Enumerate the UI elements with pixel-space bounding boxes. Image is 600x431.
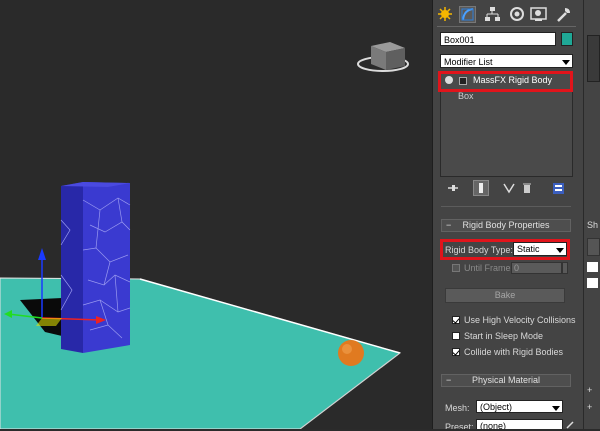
rigid-body-properties-header[interactable]: − Rigid Body Properties	[441, 219, 571, 232]
preset-value: (none)	[480, 421, 507, 429]
highlight-massfx	[438, 71, 573, 92]
make-unique-icon[interactable]	[503, 182, 515, 194]
until-frame-label: Until Frame:	[464, 263, 514, 273]
preset-label: Preset:	[445, 423, 474, 429]
rollout-title: Physical Material	[471, 375, 541, 385]
strip-button[interactable]	[587, 238, 600, 256]
mesh-value: (Object)	[480, 402, 513, 412]
utilities-icon[interactable]	[555, 6, 572, 23]
object-color-swatch[interactable]	[561, 32, 573, 46]
show-end-result-icon[interactable]	[473, 180, 489, 196]
viewport-scene	[0, 42, 409, 429]
modifier-item-box[interactable]: Box	[458, 91, 474, 101]
remove-modifier-icon[interactable]	[521, 182, 533, 194]
sphere	[338, 340, 364, 366]
collapse-icon: −	[446, 375, 452, 385]
configure-modifier-sets-icon[interactable]	[552, 182, 565, 195]
high-velocity-label: Use High Velocity Collisions	[464, 315, 576, 325]
mesh-label: Mesh:	[445, 403, 470, 413]
mesh-dropdown[interactable]: (Object)	[476, 400, 563, 413]
chevron-down-icon	[562, 60, 570, 65]
object-name-field[interactable]: Box001	[440, 32, 556, 46]
strip-checkbox[interactable]	[587, 278, 598, 288]
viewcube[interactable]	[357, 42, 409, 72]
preset-dropdown[interactable]: (none)	[476, 419, 563, 429]
modifier-list-label: Modifier List	[444, 57, 493, 67]
plus-icon[interactable]: +	[587, 385, 592, 395]
spinner-arrows-icon[interactable]	[562, 262, 568, 274]
until-frame-spinner[interactable]: 0	[511, 262, 562, 274]
tabs-divider	[437, 26, 576, 27]
sleep-mode-checkbox[interactable]	[452, 332, 460, 340]
physical-material-header[interactable]: − Physical Material	[441, 374, 571, 387]
pin-stack-icon[interactable]	[447, 182, 459, 194]
plus-icon[interactable]: +	[587, 402, 592, 412]
tall-box	[60, 182, 131, 353]
hierarchy-icon[interactable]	[484, 6, 501, 23]
collapse-icon: −	[446, 220, 452, 230]
perspective-viewport[interactable]	[0, 0, 432, 429]
strip-label: Sh	[587, 220, 599, 230]
rollout-title: Rigid Body Properties	[462, 220, 550, 230]
sleep-mode-label: Start in Sleep Mode	[464, 331, 544, 341]
eyedropper-icon[interactable]	[566, 420, 575, 429]
create-icon[interactable]	[437, 6, 454, 23]
strip-checkbox[interactable]	[587, 262, 598, 272]
separator	[441, 206, 571, 207]
until-frame-checkbox[interactable]	[452, 264, 460, 272]
collide-rigid-label: Collide with Rigid Bodies	[464, 347, 564, 357]
motion-icon[interactable]	[509, 6, 526, 23]
modifier-list-dropdown[interactable]: Modifier List	[440, 54, 573, 68]
display-icon[interactable]	[530, 6, 547, 23]
collide-rigid-checkbox[interactable]	[452, 348, 460, 356]
high-velocity-checkbox[interactable]	[452, 316, 460, 324]
modify-icon[interactable]	[459, 6, 476, 23]
bake-button[interactable]: Bake	[445, 288, 565, 303]
highlight-rigid-body-type	[440, 239, 570, 260]
strip-field	[587, 35, 600, 82]
chevron-down-icon	[552, 406, 560, 411]
adjacent-panel-strip: Sh + +	[583, 0, 600, 429]
